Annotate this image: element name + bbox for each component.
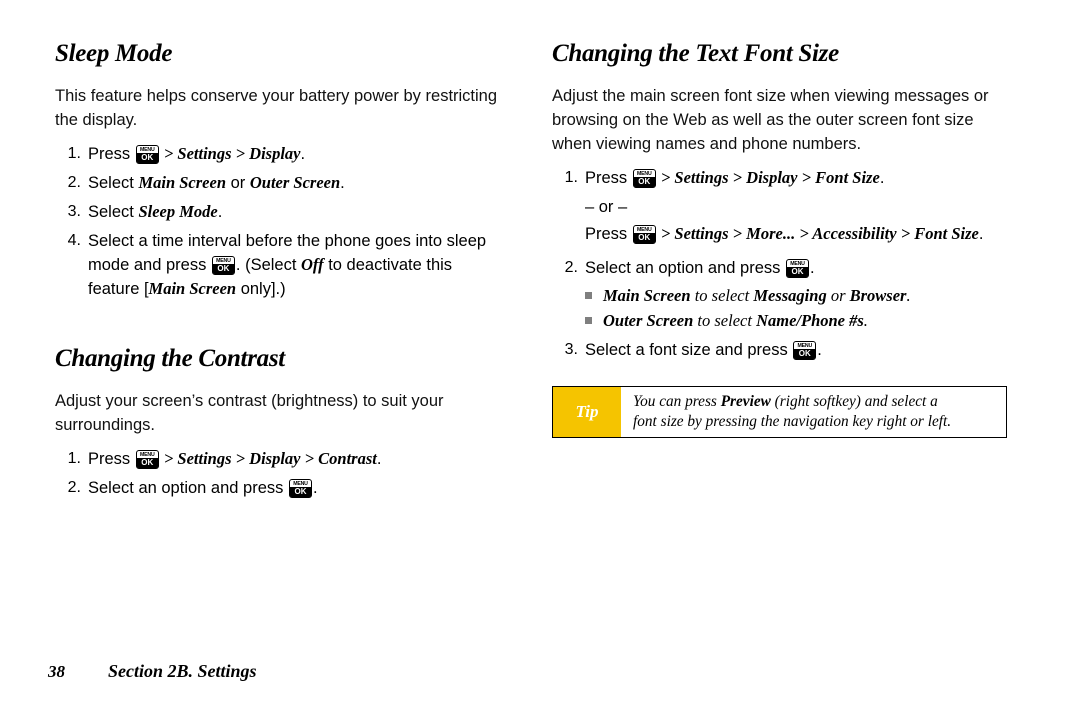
steps-sleep-mode: Press MENU OK > Settings > Display. Selec… [55, 142, 505, 301]
inline-text: to select [690, 286, 754, 305]
tip-line1-pre: You can press [633, 393, 721, 410]
steps-changing-contrast: Press MENU OK > Settings > Display > Cont… [55, 447, 505, 500]
emphasis-text: > Settings > Display [159, 144, 301, 163]
inline-text: to select [693, 311, 757, 330]
heading-changing-text-font-size: Changing the Text Font Size [552, 40, 839, 67]
footer-section-title: Section 2B. Settings [108, 661, 257, 681]
step-item: Select a time interval before the phone … [61, 229, 487, 298]
paragraph-font-size-intro: Adjust the main screen font size when vi… [552, 87, 989, 153]
tip-box: Tip You can press Preview (right softkey… [552, 386, 1007, 438]
list-item: Main Screen to select Messaging or Brows… [585, 283, 1012, 308]
menu-ok-key-icon: MENU OK [793, 341, 817, 360]
list-item: Outer Screen to select Name/Phone #s. [585, 308, 1012, 333]
menu-ok-key-icon: MENU OK [135, 145, 159, 164]
tip-text: You can press Preview (right softkey) an… [621, 387, 1006, 437]
menu-ok-key-icon: MENU OK [785, 259, 809, 278]
menu-ok-key-icon: MENU OK [288, 479, 312, 498]
emphasis-text: Outer Screen [249, 173, 341, 192]
menu-ok-key-icon: MENU OK [632, 169, 656, 188]
paragraph-contrast-intro: Adjust your screen’s contrast (brightnes… [55, 392, 444, 434]
bullet-square-icon [585, 292, 592, 299]
emphasis-text: > Settings > More... > Accessibility > F… [656, 224, 979, 243]
tip-label: Tip [553, 387, 621, 437]
sub-bullet-text: Outer Screen to select Name/Phone #s. [603, 311, 868, 330]
inline-text: . [906, 286, 911, 305]
inline-text: or [826, 286, 850, 305]
step-item: Select an option and press MENU OK. Main … [552, 256, 1012, 333]
document-page: Sleep Mode This feature helps conserve y… [0, 0, 1080, 720]
step-item: Select Sleep Mode. [61, 200, 223, 224]
tip-line1-bold: Preview [720, 393, 771, 410]
step-item-alt: Press MENU OK > Settings > More... > Acce… [585, 224, 984, 244]
heading-changing-contrast: Changing the Contrast [55, 345, 285, 372]
step-item: Select an option and press MENU OK. [61, 476, 318, 500]
emphasis-text: Sleep Mode [138, 202, 218, 221]
page-footer: 38 Section 2B. Settings [48, 661, 257, 682]
step-item: Select a font size and press MENU OK. [558, 338, 822, 362]
emphasis-text: Browser [849, 286, 907, 305]
tip-line2: font size by pressing the navigation key… [633, 413, 952, 430]
or-separator: – or – [585, 198, 628, 216]
page-number: 38 [48, 662, 65, 681]
step-item: Select Main Screen or Outer Screen. [61, 171, 345, 195]
bullet-square-icon [585, 317, 592, 324]
sub-bullet-text: Main Screen to select Messaging or Brows… [603, 286, 911, 305]
emphasis-text: Off [301, 255, 324, 274]
section-sleep-mode: Sleep Mode This feature helps conserve y… [55, 40, 505, 301]
tip-line1-post: (right softkey) and select a [770, 393, 938, 410]
step-item: Press MENU OK > Settings > Display > Font… [558, 166, 885, 190]
left-column: Sleep Mode This feature helps conserve y… [55, 40, 505, 506]
heading-sleep-mode: Sleep Mode [55, 40, 173, 67]
emphasis-text: Messaging [753, 286, 827, 305]
menu-ok-key-icon: MENU OK [632, 225, 656, 244]
menu-ok-key-icon: MENU OK [211, 256, 235, 275]
steps-font-size: Press MENU OK > Settings > Display > Font… [552, 166, 1012, 190]
section-changing-contrast: Changing the Contrast Adjust your screen… [55, 345, 505, 500]
sub-bullet-list: Main Screen to select Messaging or Brows… [585, 283, 1012, 333]
emphasis-text: Main Screen [138, 173, 227, 192]
emphasis-text: Name/Phone #s [756, 311, 864, 330]
menu-ok-key-icon: MENU OK [135, 450, 159, 469]
emphasis-text: Main Screen [148, 279, 237, 298]
step-item: Press MENU OK > Settings > Display. [61, 142, 306, 166]
emphasis-text: Main Screen [603, 286, 691, 305]
emphasis-text: > Settings > Display > Contrast [159, 449, 377, 468]
emphasis-text: Outer Screen [603, 311, 694, 330]
right-column: Changing the Text Font Size Adjust the m… [552, 40, 1012, 367]
emphasis-text: > Settings > Display > Font Size [656, 168, 880, 187]
inline-text: . [863, 311, 868, 330]
steps-font-size-cont: Select an option and press MENU OK. Main … [552, 256, 1012, 362]
step-item: Press MENU OK > Settings > Display > Cont… [61, 447, 382, 471]
paragraph-sleep-mode-intro: This feature helps conserve your battery… [55, 87, 498, 129]
